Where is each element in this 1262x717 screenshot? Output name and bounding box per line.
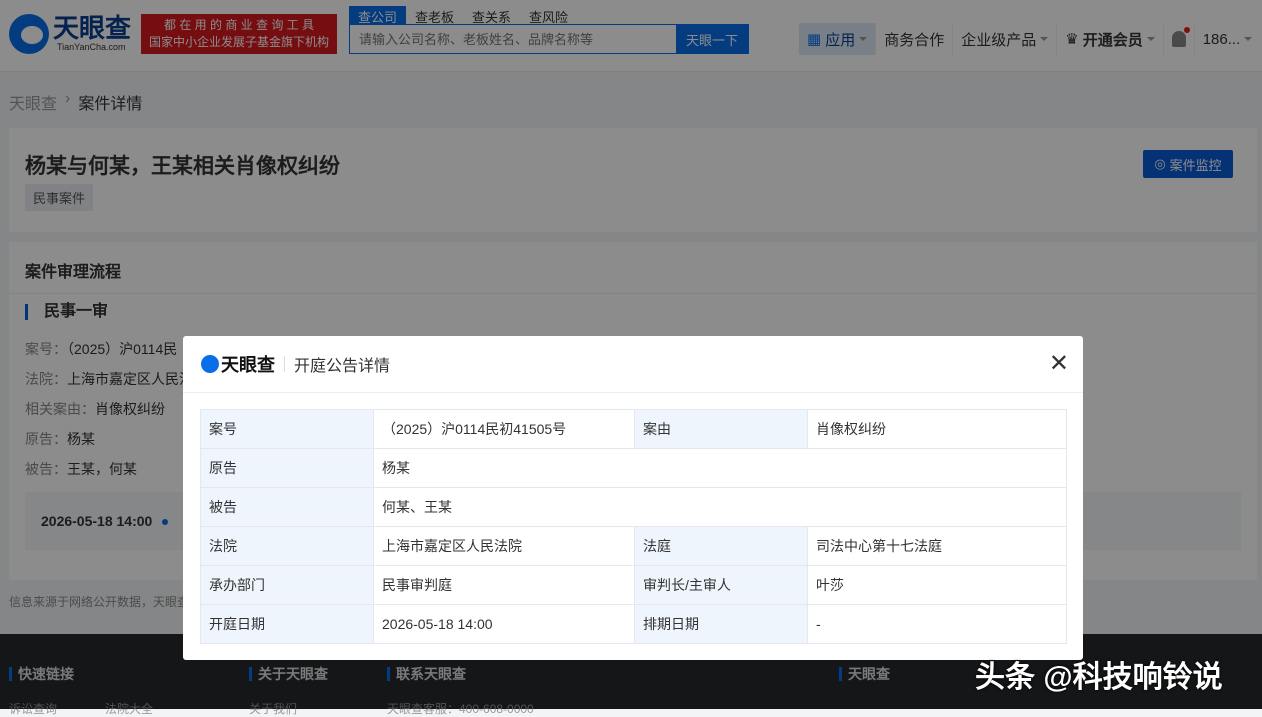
value-court: 上海市嘉定区人民法院 (373, 526, 635, 566)
value-defendant: 何某、王某 (373, 487, 1067, 527)
value-case-no: （2025）沪0114民初41505号 (373, 409, 635, 449)
table-row: 承办部门 民事审判庭 审判长/主审人 叶莎 (200, 565, 1067, 605)
label-schedule-date: 排期日期 (634, 604, 808, 644)
value-schedule-date: - (807, 604, 1067, 644)
details-table: 案号 （2025）沪0114民初41505号 案由 肖像权纠纷 原告 杨某 被告 何某、王… (200, 409, 1067, 644)
value-cause: 肖像权纠纷 (807, 409, 1067, 449)
value-plaintiff: 杨某 (373, 448, 1067, 488)
label-defendant: 被告 (200, 487, 374, 527)
label-department: 承办部门 (200, 565, 374, 605)
label-case-no: 案号 (200, 409, 374, 449)
value-courtroom: 司法中心第十七法庭 (807, 526, 1067, 566)
table-row: 开庭日期 2026-05-18 14:00 排期日期 - (200, 604, 1067, 644)
modal-title: 开庭公告详情 (294, 358, 391, 375)
hearing-notice-dialog: 天眼查 开庭公告详情 ✕ 案号 （2025）沪0114民初41505号 案由 肖像权纠… (183, 336, 1083, 660)
table-row: 案号 （2025）沪0114民初41505号 案由 肖像权纠纷 (200, 409, 1067, 449)
label-cause: 案由 (634, 409, 808, 449)
label-plaintiff: 原告 (200, 448, 374, 488)
table-row: 原告 杨某 (200, 448, 1067, 488)
close-icon[interactable]: ✕ (1049, 352, 1069, 376)
value-department: 民事审判庭 (373, 565, 635, 605)
label-court: 法院 (200, 526, 374, 566)
table-row: 被告 何某、王某 (200, 487, 1067, 527)
modal-brand: 天眼查 (221, 355, 275, 375)
label-judge: 审判长/主审人 (634, 565, 808, 605)
modal-logo: 天眼查 (201, 351, 275, 377)
logo-icon (201, 355, 219, 373)
table-row: 法院 上海市嘉定区人民法院 法庭 司法中心第十七法庭 (200, 526, 1067, 566)
label-hearing-date: 开庭日期 (200, 604, 374, 644)
watermark: 头条 @科技响铃说 (975, 661, 1223, 694)
value-hearing-date: 2026-05-18 14:00 (373, 604, 635, 644)
value-judge: 叶莎 (807, 565, 1067, 605)
label-courtroom: 法庭 (634, 526, 808, 566)
